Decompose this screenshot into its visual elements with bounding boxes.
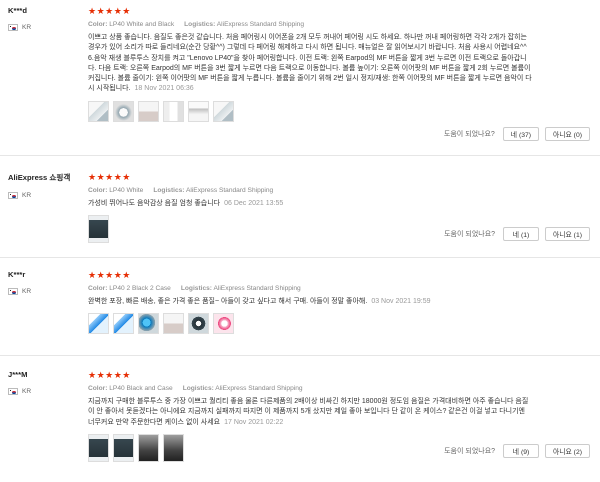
review-photo-thumbnail[interactable] — [138, 313, 159, 335]
logistics-value: AliExpress Standard Shipping — [215, 385, 303, 392]
logistics-label: Logistics: — [182, 385, 214, 392]
review-text: 지금까지 구매한 블루투스 중 가장 이쁘고 퀄리티 좋음 물론 다른제품의 2… — [88, 397, 533, 428]
review-photo-thumbnail[interactable] — [113, 313, 134, 335]
review-photo-thumbnail[interactable] — [163, 313, 184, 335]
korea-flag-icon — [8, 288, 18, 295]
country-code: KR — [22, 24, 32, 31]
logistics-value: AliExpress Standard Shipping — [216, 21, 305, 28]
review-photo-thumbnail[interactable] — [113, 100, 134, 122]
review-date: 06 Dec 2021 13:55 — [224, 200, 284, 207]
reviewer-country: KR — [8, 288, 83, 295]
review-photo-thumbnail[interactable] — [88, 215, 109, 244]
review-item: K***d KR ★★★★★ Color: LP40 White and Bla… — [0, 6, 600, 156]
logistics-value: AliExpress Standard Shipping — [185, 187, 274, 194]
review-body: ★★★★★ Color: LP40 White and Black Logisti… — [88, 6, 590, 122]
review-date: 17 Nov 2021 02:22 — [224, 418, 284, 426]
review-photo-thumbnail[interactable] — [88, 313, 109, 335]
logistics-label: Logistics: — [184, 21, 216, 28]
color-value: LP40 2 Black 2 Case — [109, 285, 171, 292]
star-rating: ★★★★★ — [88, 270, 131, 280]
review-text: 이쁘고 상품 좋습니다. 음질도 좋은것 같습니다. 처음 페어링시 이어폰을 … — [88, 33, 533, 95]
helpful-question: 도움이 되었나요? — [444, 448, 496, 455]
reviewer-country: KR — [8, 24, 83, 31]
vote-yes-button[interactable]: 네 (9) — [503, 444, 540, 458]
review-photos — [88, 100, 590, 122]
review-meta: Color: LP40 White and Black Logistics: Al… — [88, 21, 590, 28]
korea-flag-icon — [8, 192, 18, 199]
color-value: LP40 White and Black — [109, 21, 175, 28]
reviewer-info: AliExpress 쇼핑객 KR — [8, 172, 83, 199]
vote-no-button[interactable]: 아니요 (2) — [545, 444, 590, 458]
review-list: K***d KR ★★★★★ Color: LP40 White and Bla… — [0, 0, 600, 482]
logistics-label: Logistics: — [153, 187, 185, 194]
reviewer-country: KR — [8, 388, 83, 395]
country-code: KR — [22, 192, 32, 199]
review-photo-thumbnail[interactable] — [88, 100, 109, 122]
reviewer-name: K***r — [8, 270, 26, 279]
korea-flag-icon — [8, 24, 18, 31]
review-item: K***r KR ★★★★★ Color: LP40 2 Black 2 Cas… — [0, 270, 600, 356]
review-meta: Color: LP40 Black and Case Logistics: Ali… — [88, 385, 590, 392]
color-label: Color: — [88, 187, 108, 194]
review-photo-thumbnail[interactable] — [188, 313, 209, 335]
korea-flag-icon — [8, 388, 18, 395]
review-photo-thumbnail[interactable] — [88, 433, 109, 462]
review-photo-thumbnail[interactable] — [113, 433, 134, 462]
review-meta: Color: LP40 2 Black 2 Case Logistics: Ali… — [88, 285, 590, 292]
reviewer-name: K***d — [8, 6, 27, 15]
star-rating: ★★★★★ — [88, 370, 131, 380]
review-content: 완벽한 포장, 빠른 배송, 좋은 가격 좋은 품질~ 아들이 갖고 싶다고 해… — [88, 298, 368, 305]
vote-no-button[interactable]: 아니요 (1) — [545, 227, 590, 241]
review-photo-thumbnail[interactable] — [213, 100, 234, 122]
review-photo-thumbnail[interactable] — [138, 433, 159, 462]
review-photo-thumbnail[interactable] — [213, 313, 234, 335]
review-photo-thumbnail[interactable] — [163, 433, 184, 462]
review-text: 완벽한 포장, 빠른 배송, 좋은 가격 좋은 품질~ 아들이 갖고 싶다고 해… — [88, 297, 533, 307]
review-photos — [88, 313, 590, 335]
review-date: 18 Nov 2021 06:36 — [134, 85, 194, 93]
reviewer-info: K***d KR — [8, 6, 83, 31]
reviewer-info: K***r KR — [8, 270, 83, 295]
helpful-vote: 도움이 되었나요? 네 (9) 아니요 (2) — [444, 444, 590, 458]
reviewer-name: J***M — [8, 370, 28, 379]
vote-no-button[interactable]: 아니요 (0) — [545, 127, 590, 141]
helpful-vote: 도움이 되었나요? 네 (37) 아니요 (0) — [444, 127, 590, 141]
vote-yes-button[interactable]: 네 (1) — [503, 227, 540, 241]
vote-yes-button[interactable]: 네 (37) — [502, 127, 540, 141]
color-label: Color: — [88, 21, 108, 28]
color-label: Color: — [88, 285, 108, 292]
reviewer-info: J***M KR — [8, 370, 83, 395]
review-item: J***M KR ★★★★★ Color: LP40 Black and Cas… — [0, 370, 600, 480]
reviewer-name: AliExpress 쇼핑객 — [8, 173, 71, 182]
review-date: 03 Nov 2021 19:59 — [371, 298, 431, 305]
star-rating: ★★★★★ — [88, 6, 131, 16]
review-content: 가성비 뛰어나도 음악감상 음질 엄청 좋습니다 — [88, 200, 221, 207]
logistics-value: AliExpress Standard Shipping — [213, 285, 301, 292]
review-photo-thumbnail[interactable] — [138, 100, 159, 122]
logistics-label: Logistics: — [180, 285, 212, 292]
helpful-vote: 도움이 되었나요? 네 (1) 아니요 (1) — [444, 227, 590, 241]
review-text: 가성비 뛰어나도 음악감상 음질 엄청 좋습니다 06 Dec 2021 13:5… — [88, 199, 533, 209]
helpful-question: 도움이 되었나요? — [443, 131, 495, 138]
color-value: LP40 White — [109, 187, 144, 194]
helpful-question: 도움이 되었나요? — [444, 231, 496, 238]
color-label: Color: — [88, 385, 108, 392]
country-code: KR — [22, 288, 32, 295]
review-meta: Color: LP40 White Logistics: AliExpress S… — [88, 187, 590, 194]
star-rating: ★★★★★ — [88, 172, 131, 182]
reviewer-country: KR — [8, 192, 83, 199]
review-photo-thumbnail[interactable] — [163, 100, 184, 122]
color-value: LP40 Black and Case — [109, 385, 173, 392]
review-item: AliExpress 쇼핑객 KR ★★★★★ Color: LP40 Whit… — [0, 172, 600, 258]
review-content: 지금까지 구매한 블루투스 중 가장 이쁘고 퀄리티 좋음 물론 다른제품의 2… — [88, 398, 529, 426]
review-body: ★★★★★ Color: LP40 2 Black 2 Case Logistic… — [88, 270, 590, 335]
review-photo-thumbnail[interactable] — [188, 100, 209, 122]
country-code: KR — [22, 388, 32, 395]
review-content: 이쁘고 상품 좋습니다. 음질도 좋은것 같습니다. 처음 페어링시 이어폰을 … — [88, 34, 532, 93]
